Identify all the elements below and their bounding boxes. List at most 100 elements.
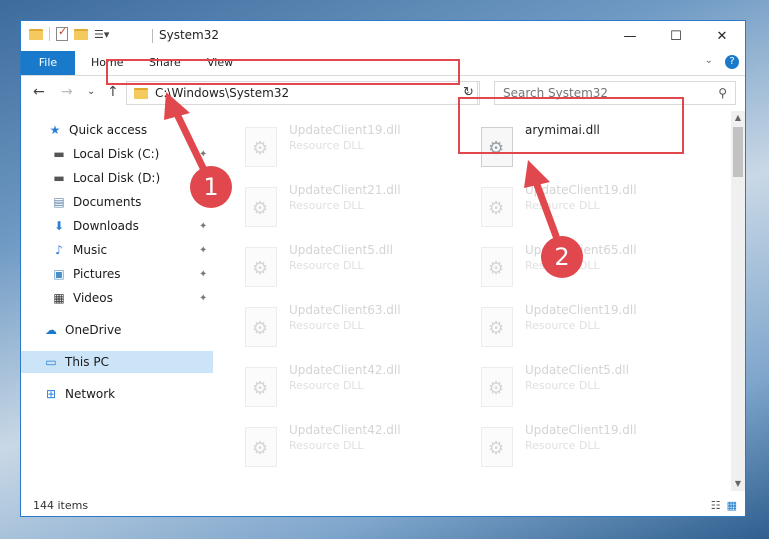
videos-icon: ▦ [53,291,65,305]
close-button[interactable]: ✕ [699,21,745,51]
address-bar[interactable]: C:\Windows\System32 ⌄ [126,81,478,105]
file-type: Resource DLL [289,259,364,272]
view-switcher: ☷ ▦ [711,499,737,512]
dll-file-icon [245,247,277,287]
tiles-view-icon[interactable]: ▦ [727,499,737,512]
forward-button[interactable]: → [61,84,73,100]
sidebar-item-pictures[interactable]: ▣ Pictures [51,263,121,285]
pin-icon: ✦ [199,221,208,232]
sidebar-item-documents[interactable]: ▤ Documents [51,191,141,213]
file-name: UpdateClient19.dll [525,303,637,317]
sidebar-item-local-disk-d[interactable]: ▬ Local Disk (D:) [51,167,160,189]
pin-icon: ✦ [199,293,208,304]
step-2-badge: 2 [541,236,583,278]
dll-file-icon [245,127,277,167]
drive-icon: ▬ [53,171,65,185]
scroll-thumb[interactable] [733,127,743,177]
file-tile-arymimai[interactable]: arymimai.dll [457,119,687,173]
customize-qat-icon[interactable]: ☰▾ [94,28,109,41]
sidebar-item-label: This PC [65,355,109,369]
file-tile[interactable]: UpdateClient63.dll Resource DLL [221,299,451,353]
expand-ribbon-icon[interactable]: ⌄ [705,55,713,69]
maximize-button[interactable]: ☐ [653,21,699,51]
file-type: Resource DLL [289,439,364,452]
back-button[interactable]: ← [33,84,45,100]
file-tile[interactable]: UpdateClient42.dll Resource DLL [221,359,451,413]
recent-locations-button[interactable]: ⌄ [87,86,95,97]
folder-icon [29,28,43,40]
pin-icon: ✦ [199,245,208,256]
vertical-scrollbar[interactable]: ▲ ▼ [731,111,745,491]
file-name: UpdateClient19.dll [525,183,637,197]
file-tile[interactable]: UpdateClient42.dll Resource DLL [221,419,451,473]
file-type: Resource DLL [525,319,600,332]
file-type: Resource DLL [525,439,600,452]
help-icon[interactable]: ? [725,55,739,69]
file-tile[interactable]: UpdateClient19.dll Resource DLL [457,419,687,473]
sidebar-item-quick-access[interactable]: ★ Quick access [47,119,148,141]
tab-view[interactable]: View [207,51,233,75]
ribbon-right-controls: ⌄ ? [705,55,739,69]
drive-icon: ▬ [53,147,65,161]
pin-icon: ✦ [199,149,208,160]
cloud-icon: ☁ [45,323,57,337]
dll-file-icon [245,187,277,227]
sidebar-item-music[interactable]: ♪ Music [51,239,107,261]
file-tile[interactable]: UpdateClient19.dll Resource DLL [221,119,451,173]
up-button[interactable]: ↑ [107,84,119,100]
search-box[interactable]: ⚲ [494,81,736,105]
file-list: UpdateClient19.dll Resource DLL arymimai… [217,111,731,491]
sidebar-item-downloads[interactable]: ⬇ Downloads [51,215,139,237]
scroll-up-icon[interactable]: ▲ [731,111,745,125]
address-path[interactable]: C:\Windows\System32 [155,86,289,100]
search-icon[interactable]: ⚲ [718,86,727,100]
search-input[interactable] [501,85,705,101]
file-type: Resource DLL [525,199,600,212]
dll-file-icon [245,427,277,467]
dll-file-icon [481,367,513,407]
file-name: arymimai.dll [525,123,600,137]
sidebar-item-label: Documents [73,195,142,209]
network-icon: ⊞ [45,387,57,401]
tab-file[interactable]: File [21,51,75,75]
properties-icon[interactable] [56,25,68,41]
file-tile[interactable]: UpdateClient21.dll Resource DLL [221,179,451,233]
file-tile[interactable]: UpdateClient5.dll Resource DLL [457,359,687,413]
tab-home[interactable]: Home [91,51,123,75]
sidebar-item-this-pc[interactable]: ▭ This PC [21,351,213,373]
refresh-button[interactable]: ↻ [458,81,480,105]
sidebar-item-videos[interactable]: ▦ Videos [51,287,113,309]
tab-share[interactable]: Share [149,51,181,75]
minimize-button[interactable]: — [607,21,653,51]
pictures-icon: ▣ [53,267,65,281]
file-name: UpdateClient42.dll [289,363,401,377]
sidebar-item-network[interactable]: ⊞ Network [43,383,115,405]
file-name: UpdateClient21.dll [289,183,401,197]
sidebar-item-local-disk-c[interactable]: ▬ Local Disk (C:) [51,143,159,165]
file-tile[interactable]: UpdateClient19.dll Resource DLL [457,179,687,233]
file-name: UpdateClient63.dll [289,303,401,317]
new-folder-icon[interactable] [74,28,88,40]
dll-file-icon [481,427,513,467]
details-view-icon[interactable]: ☷ [711,499,721,512]
ribbon-tabs: File Home Share View ⌄ ? [21,51,745,76]
qat-divider [49,27,50,41]
sidebar-item-onedrive[interactable]: ☁ OneDrive [43,319,121,341]
file-type: Resource DLL [525,379,600,392]
file-name: UpdateClient5.dll [289,243,393,257]
scroll-down-icon[interactable]: ▼ [731,477,745,491]
dll-file-icon [481,247,513,287]
sidebar-item-label: OneDrive [65,323,122,337]
pin-icon: ✦ [199,269,208,280]
dll-file-icon [481,307,513,347]
dll-file-icon [245,367,277,407]
title-divider [152,29,153,43]
title-bar: ☰▾ System32 — ☐ ✕ [21,21,745,51]
sidebar-item-label: Pictures [73,267,121,281]
dll-file-icon [481,187,513,227]
status-bar: 144 items ☷ ▦ [21,495,745,516]
file-tile[interactable]: UpdateClient5.dll Resource DLL [221,239,451,293]
file-tile[interactable]: UpdateClient19.dll Resource DLL [457,299,687,353]
sidebar-item-label: Music [73,243,108,257]
star-icon: ★ [49,123,61,137]
